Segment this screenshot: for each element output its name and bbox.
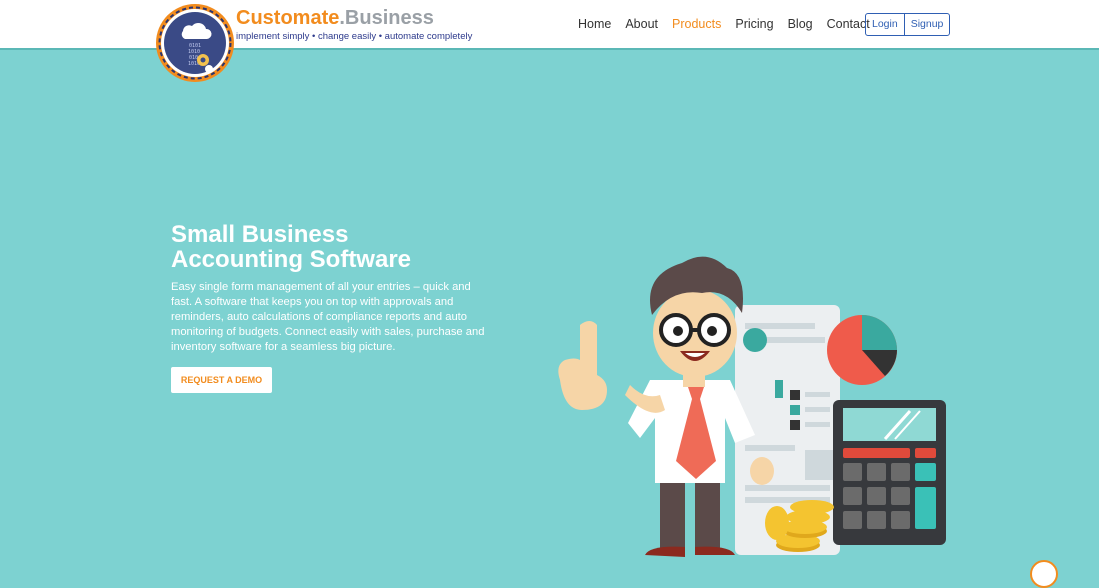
chat-widget-icon[interactable]	[1030, 560, 1058, 588]
nav-about[interactable]: About	[625, 16, 658, 32]
nav-pricing[interactable]: Pricing	[735, 16, 773, 32]
auth-buttons: Login Signup	[865, 13, 951, 36]
main-nav: Home About Products Pricing Blog Contact	[578, 16, 870, 32]
brand-tagline: implement simply • change easily • autom…	[236, 31, 473, 42]
nav-products[interactable]: Products	[672, 16, 721, 32]
nav-home[interactable]: Home	[578, 16, 611, 32]
signup-button[interactable]: Signup	[903, 14, 950, 35]
calculator-icon	[833, 400, 946, 545]
hero-description: Easy single form management of all your …	[171, 281, 485, 353]
hero-title-line1: Small Business	[171, 221, 349, 248]
brand[interactable]: Customate.Business implement simply • ch…	[236, 7, 472, 42]
nav-contact[interactable]: Contact	[827, 16, 870, 32]
cloud-gear-logo-icon[interactable]: 0101 1010 010 1010	[155, 3, 235, 83]
brand-name-main: Customate	[236, 7, 340, 29]
login-button[interactable]: Login	[866, 14, 904, 35]
nav-blog[interactable]: Blog	[788, 16, 813, 32]
hero-title-line2: Accounting Software	[171, 246, 412, 273]
hero-title: Small Business Accounting Software	[171, 222, 511, 272]
brand-name-suffix: Business	[344, 7, 434, 29]
request-demo-button[interactable]: Request a Demo	[171, 367, 272, 393]
accountant-calculator-illustration	[558, 256, 946, 557]
brand-name: Customate.Business	[236, 7, 472, 29]
pie-chart-icon	[827, 315, 897, 385]
